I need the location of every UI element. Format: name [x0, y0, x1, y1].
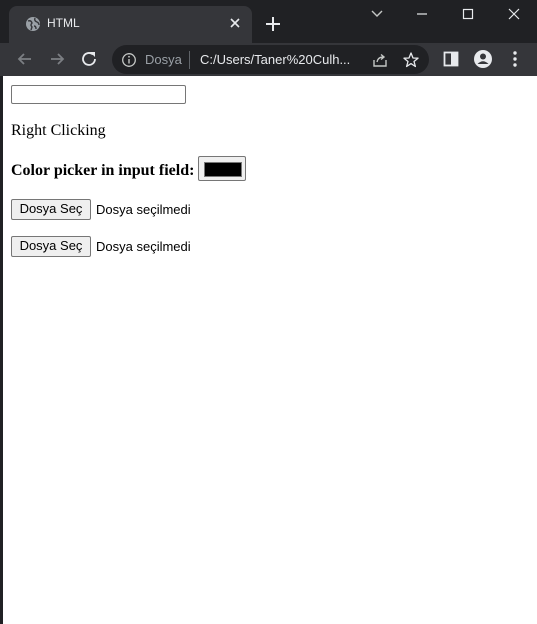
maximize-icon	[462, 8, 474, 20]
close-icon	[508, 8, 520, 20]
text-input[interactable]	[11, 85, 186, 104]
more-menu-icon[interactable]	[504, 48, 526, 70]
reload-icon[interactable]	[78, 48, 100, 70]
file-choose-button[interactable]: Dosya Seç	[11, 199, 91, 220]
browser-toolbar: Dosya C:/Users/Taner%20Culh...	[0, 43, 537, 76]
profile-avatar-icon[interactable]	[472, 48, 494, 70]
file-choose-button[interactable]: Dosya Seç	[11, 236, 91, 257]
file-status-text: Dosya seçilmedi	[96, 239, 191, 254]
url-text[interactable]: C:/Users/Taner%20Culh...	[200, 52, 350, 68]
share-icon[interactable]	[371, 51, 389, 69]
page-content: Right Clicking Color picker in input fie…	[3, 76, 537, 624]
browser-tab-active[interactable]: HTML	[9, 6, 252, 43]
close-window-button[interactable]	[491, 0, 537, 28]
chip-divider	[189, 51, 190, 69]
chevron-down-icon	[371, 10, 383, 17]
color-swatch	[204, 162, 242, 177]
side-panel-icon[interactable]	[440, 48, 462, 70]
color-picker-label: Color picker in input field:	[11, 162, 195, 179]
tab-search-button[interactable]	[354, 0, 400, 28]
tab-title: HTML	[47, 16, 80, 30]
minimize-icon	[417, 13, 427, 15]
security-chip-label[interactable]: Dosya	[145, 52, 182, 68]
info-icon[interactable]	[121, 52, 137, 68]
address-bar[interactable]: Dosya C:/Users/Taner%20Culh...	[112, 45, 429, 74]
globe-icon	[26, 17, 40, 31]
right-click-text: Right Clicking	[11, 122, 106, 139]
bookmark-star-icon[interactable]	[402, 51, 420, 69]
forward-arrow-icon[interactable]	[46, 48, 68, 70]
new-tab-plus-icon[interactable]	[263, 14, 283, 34]
file-status-text: Dosya seçilmedi	[96, 202, 191, 217]
maximize-button[interactable]	[445, 0, 491, 28]
color-picker-input[interactable]	[198, 156, 246, 181]
close-tab-icon[interactable]	[227, 15, 243, 31]
minimize-button[interactable]	[399, 0, 445, 28]
tab-strip: HTML	[0, 0, 537, 43]
back-arrow-icon[interactable]	[14, 48, 36, 70]
